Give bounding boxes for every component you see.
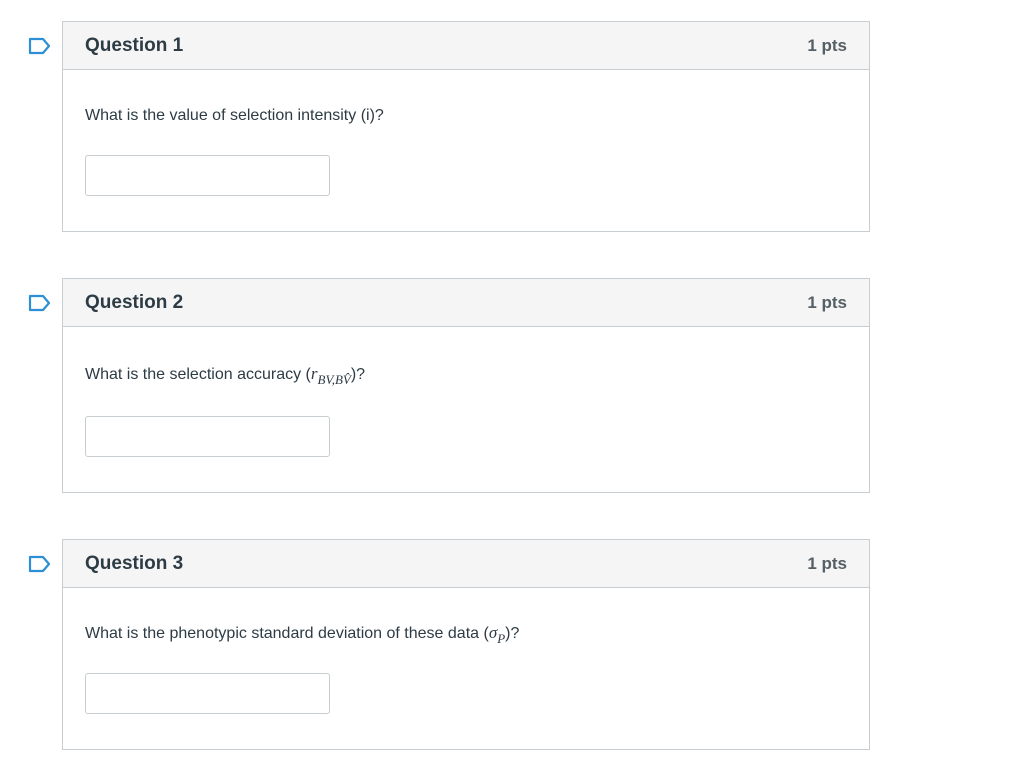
math-subscript: P bbox=[497, 631, 506, 646]
question-header: Question 1 1 pts bbox=[63, 22, 869, 70]
question-prompt: What is the selection accuracy (rBV,BV̂)… bbox=[85, 364, 365, 388]
question-points: 1 pts bbox=[807, 553, 847, 573]
math-r: r bbox=[310, 364, 318, 383]
bookmark-flag-icon[interactable] bbox=[28, 37, 52, 55]
question-2: Question 2 1 pts What is the selection a… bbox=[28, 278, 870, 493]
prompt-suffix: )? bbox=[350, 366, 366, 383]
question-prompt: What is the value of selection intensity… bbox=[85, 107, 384, 124]
question-title: Question 2 bbox=[85, 291, 184, 313]
prompt-prefix: What is the selection accuracy ( bbox=[85, 366, 311, 383]
prompt-suffix: )? bbox=[505, 625, 520, 642]
prompt-prefix: What is the phenotypic standard deviatio… bbox=[85, 625, 489, 642]
bookmark-flag-icon[interactable] bbox=[28, 294, 52, 312]
question-header: Question 3 1 pts bbox=[63, 540, 869, 588]
question-title: Question 3 bbox=[85, 552, 184, 574]
question-1: Question 1 1 pts What is the value of se… bbox=[28, 21, 870, 232]
question-prompt: What is the phenotypic standard deviatio… bbox=[85, 623, 519, 647]
math-expression: rBV,BV̂ bbox=[310, 364, 351, 387]
math-expression: σP bbox=[488, 623, 505, 646]
math-sigma: σ bbox=[488, 623, 498, 642]
question-points: 1 pts bbox=[807, 35, 847, 55]
quiz-page: Question 1 1 pts What is the value of se… bbox=[0, 0, 1024, 775]
question-title: Question 1 bbox=[85, 34, 184, 56]
answer-input[interactable] bbox=[85, 155, 330, 196]
question-points: 1 pts bbox=[807, 292, 847, 312]
bookmark-flag-icon[interactable] bbox=[28, 555, 52, 573]
question-3: Question 3 1 pts What is the phenotypic … bbox=[28, 539, 870, 750]
math-subscript: BV,BV̂ bbox=[317, 372, 351, 387]
answer-input[interactable] bbox=[85, 673, 330, 714]
question-header: Question 2 1 pts bbox=[63, 279, 869, 327]
answer-input[interactable] bbox=[85, 416, 330, 457]
